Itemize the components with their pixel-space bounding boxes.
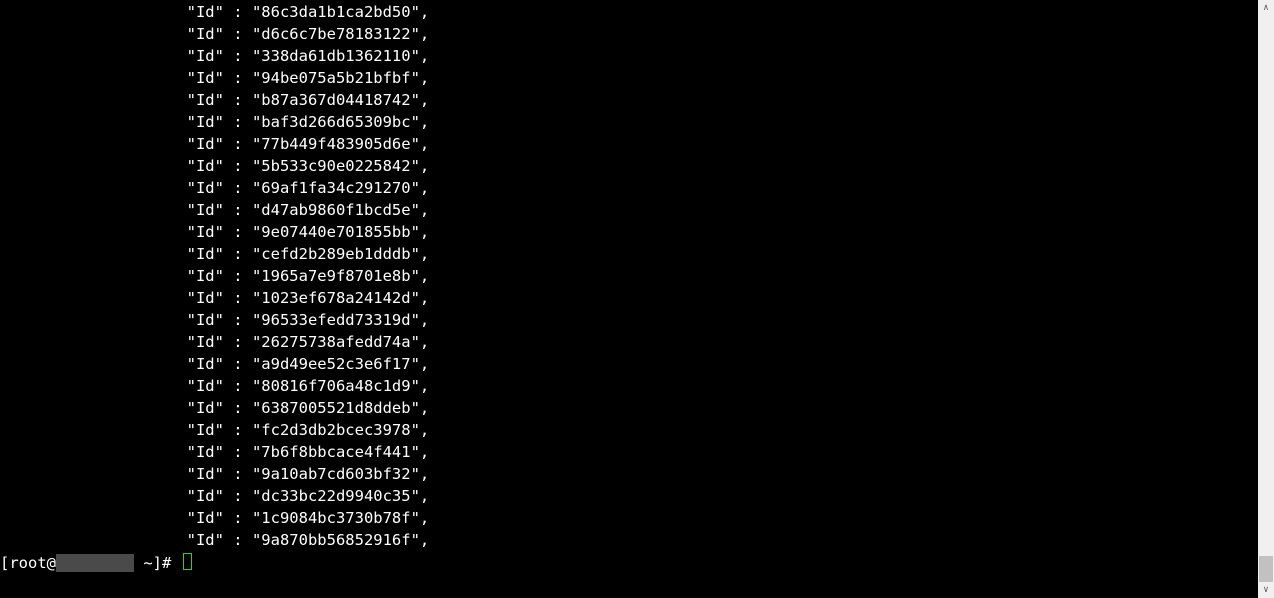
json-output-line: "Id" : "5b533c90e0225842", xyxy=(0,155,1258,177)
json-output-line: "Id" : "baf3d266d65309bc", xyxy=(0,111,1258,133)
hostname-redacted xyxy=(56,554,134,572)
terminal-output[interactable]: "Id" : "86c3da1b1ca2bd50", "Id" : "d6c6c… xyxy=(0,0,1258,598)
json-output-line: "Id" : "cefd2b289eb1dddb", xyxy=(0,243,1258,265)
prompt-suffix: ~]# xyxy=(134,554,181,572)
json-output-line: "Id" : "86c3da1b1ca2bd50", xyxy=(0,1,1258,23)
json-output-line: "Id" : "d47ab9860f1bcd5e", xyxy=(0,199,1258,221)
scroll-down-arrow-icon[interactable]: ∨ xyxy=(1258,582,1274,598)
json-output-line: "Id" : "94be075a5b21bfbf", xyxy=(0,67,1258,89)
json-output-line: "Id" : "dc33bc22d9940c35", xyxy=(0,485,1258,507)
json-output-line: "Id" : "b87a367d04418742", xyxy=(0,89,1258,111)
terminal-wrapper: "Id" : "86c3da1b1ca2bd50", "Id" : "d6c6c… xyxy=(0,0,1274,598)
json-output-line: "Id" : "9e07440e701855bb", xyxy=(0,221,1258,243)
json-output-line: "Id" : "1c9084bc3730b78f", xyxy=(0,507,1258,529)
prompt-prefix: [root@ xyxy=(0,554,56,572)
json-output-line: "Id" : "7b6f8bbcace4f441", xyxy=(0,441,1258,463)
json-output-line: "Id" : "80816f706a48c1d9", xyxy=(0,375,1258,397)
scrollbar-thumb[interactable] xyxy=(1259,556,1273,582)
json-output-line: "Id" : "1965a7e9f8701e8b", xyxy=(0,265,1258,287)
json-output-line: "Id" : "d6c6c7be78183122", xyxy=(0,23,1258,45)
json-output-line: "Id" : "338da61db1362110", xyxy=(0,45,1258,67)
json-output-line: "Id" : "9a870bb56852916f", xyxy=(0,529,1258,551)
scroll-up-arrow-icon[interactable]: ∧ xyxy=(1258,0,1274,16)
json-output-line: "Id" : "77b449f483905d6e", xyxy=(0,133,1258,155)
json-output-line: "Id" : "9a10ab7cd603bf32", xyxy=(0,463,1258,485)
json-output-line: "Id" : "26275738afedd74a", xyxy=(0,331,1258,353)
scrollbar-track[interactable] xyxy=(1258,16,1274,582)
cursor xyxy=(183,553,192,570)
json-output-line: "Id" : "a9d49ee52c3e6f17", xyxy=(0,353,1258,375)
json-output-line: "Id" : "69af1fa34c291270", xyxy=(0,177,1258,199)
json-output-line: "Id" : "96533efedd73319d", xyxy=(0,309,1258,331)
json-output-line: "Id" : "1023ef678a24142d", xyxy=(0,287,1258,309)
json-output-line: "Id" : "fc2d3db2bcec3978", xyxy=(0,419,1258,441)
vertical-scrollbar[interactable]: ∧ ∨ xyxy=(1258,0,1274,598)
shell-prompt[interactable]: [root@ ~]# xyxy=(0,551,1258,574)
json-output-line: "Id" : "6387005521d8ddeb", xyxy=(0,397,1258,419)
